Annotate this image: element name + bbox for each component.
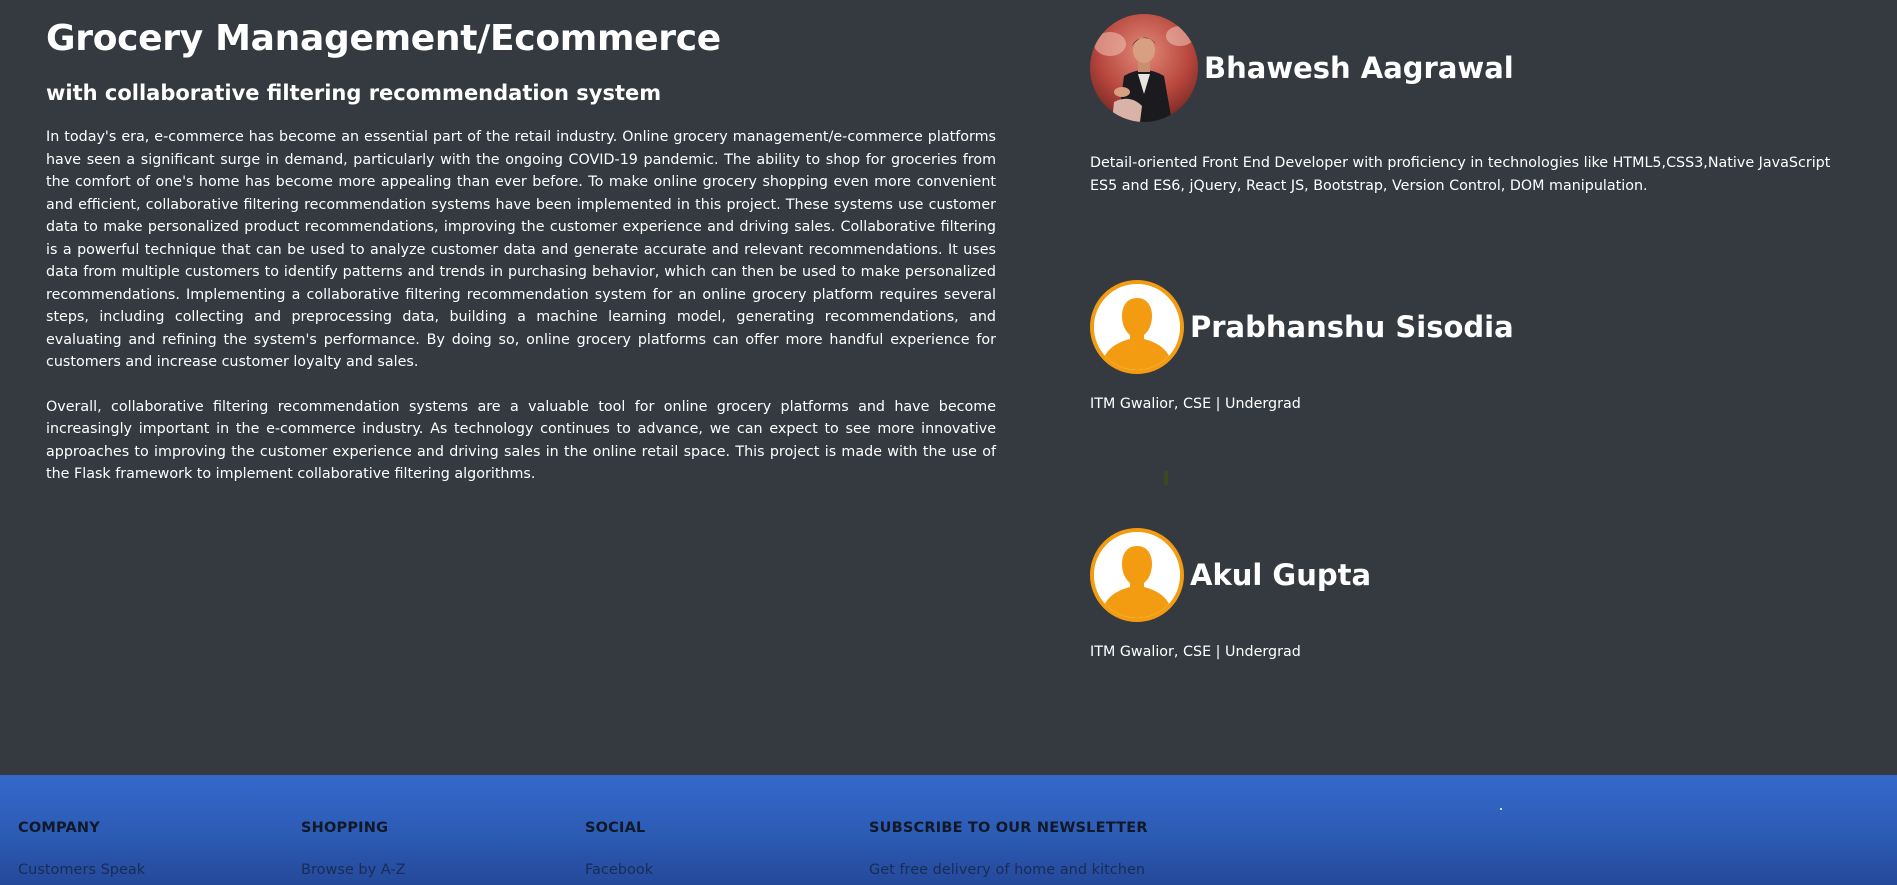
page-subtitle: with collaborative filtering recommendat… [46, 81, 662, 105]
footer-link-customers-speak[interactable]: Customers Speak [18, 862, 145, 878]
footer-column-shopping: SHOPPING Browse by A-Z [301, 820, 406, 878]
team-member-header: Prabhanshu Sisodia [1090, 280, 1850, 374]
team-member-header: Akul Gupta [1090, 528, 1850, 622]
profile-photo-image [1090, 14, 1198, 122]
footer-heading: COMPANY [18, 820, 100, 836]
separator-mark [1164, 471, 1168, 485]
footer-heading: SOCIAL [585, 820, 646, 836]
newsletter-description-link[interactable]: Get free delivery of home and kitchen [869, 862, 1148, 878]
user-silhouette-icon [1094, 532, 1180, 618]
team-member-prabhanshu: Prabhanshu Sisodia ITM Gwalior, CSE | Un… [1090, 280, 1850, 416]
footer-column-social: SOCIAL Facebook [585, 820, 653, 878]
footer-heading: SUBSCRIBE TO OUR NEWSLETTER [869, 820, 1148, 836]
team-member-description: ITM Gwalior, CSE | Undergrad [1090, 644, 1301, 660]
footer-column-newsletter: SUBSCRIBE TO OUR NEWSLETTER Get free del… [869, 820, 1148, 878]
user-silhouette-icon [1094, 284, 1180, 370]
page-title: Grocery Management/Ecommerce [46, 18, 721, 59]
about-section: Grocery Management/Ecommerce with collab… [0, 0, 1897, 775]
footer-link-facebook[interactable]: Facebook [585, 862, 653, 878]
team-member-bhawesh: Bhawesh Aagrawal Detail-oriented Front E… [1090, 14, 1850, 198]
team-member-name: Bhawesh Aagrawal [1204, 51, 1514, 85]
footer-column-company: COMPANY Customers Speak [18, 820, 145, 878]
project-intro: Grocery Management/Ecommerce with collab… [46, 14, 996, 486]
intro-paragraph-1: In today's era, e-commerce has become an… [46, 129, 996, 370]
team-member-header: Bhawesh Aagrawal [1090, 14, 1850, 122]
team-member-name: Akul Gupta [1190, 558, 1372, 592]
team-member-name: Prabhanshu Sisodia [1190, 310, 1514, 344]
site-footer: COMPANY Customers Speak SHOPPING Browse … [0, 775, 1897, 885]
footer-heading: SHOPPING [301, 820, 389, 836]
intro-paragraph-2: Overall, collaborative filtering recomme… [46, 398, 996, 483]
team-member-akul: Akul Gupta ITM Gwalior, CSE | Undergrad [1090, 528, 1850, 664]
footer-speck [1500, 808, 1502, 810]
default-user-avatar [1090, 528, 1184, 622]
team-member-description: ITM Gwalior, CSE | Undergrad [1090, 396, 1301, 412]
footer-link-browse-a-z[interactable]: Browse by A-Z [301, 862, 406, 878]
default-user-avatar [1090, 280, 1184, 374]
team-member-description: Detail-oriented Front End Developer with… [1090, 155, 1831, 194]
profile-photo-avatar [1090, 14, 1198, 122]
